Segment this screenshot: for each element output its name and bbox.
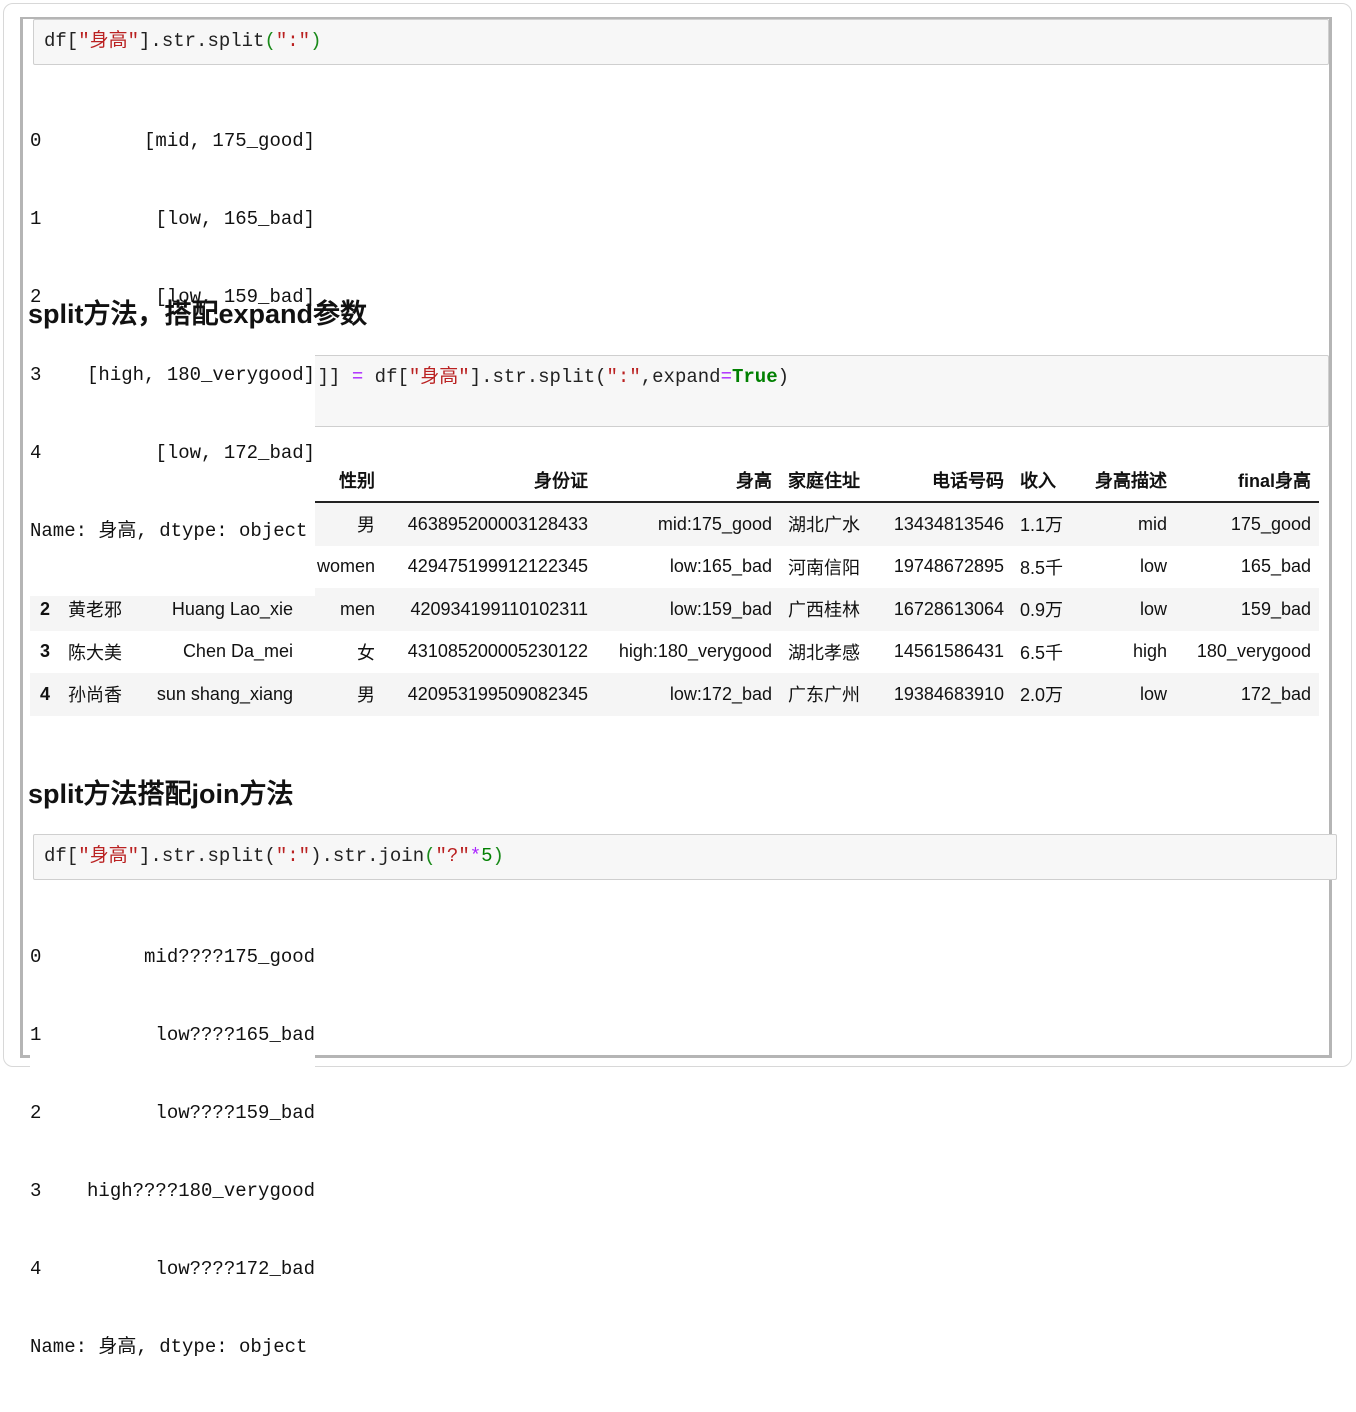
table-cell: mid	[1137, 513, 1167, 534]
output-line: 1 low????165_bad	[30, 1024, 316, 1046]
table-cell: low	[1139, 556, 1167, 577]
column-header: 收入	[1012, 459, 1078, 503]
code-token: df[	[44, 30, 79, 52]
code-cell-join[interactable]: df["身高"].str.split(":").str.join("?"*5)	[33, 834, 1337, 880]
output-line: 0 mid????175_good	[30, 946, 316, 968]
heading-expand: split方法，搭配expand参数	[28, 299, 368, 329]
table-cell: 1.1万	[1020, 515, 1064, 536]
code-token: ":"	[606, 366, 641, 388]
output-line: 3 high????180_verygood	[30, 1180, 316, 1202]
code-token: (	[264, 30, 276, 52]
table-cell: 湖北孝感	[788, 642, 860, 663]
code-token: ]]	[317, 366, 352, 388]
code-token: "身高"	[78, 30, 140, 52]
table-cell: 13434813546	[893, 513, 1004, 534]
code-line: df["身高"].str.split(":")	[44, 28, 1318, 54]
table-cell: 172_bad	[1240, 683, 1311, 704]
code-token: ,expand	[640, 366, 721, 388]
table-cell: 湖北广水	[788, 515, 860, 536]
table-cell: 420953199509082345	[407, 683, 588, 704]
code-token: =	[720, 366, 732, 388]
column-header: 电话号码	[876, 459, 1012, 503]
table-cell: 广西桂林	[788, 600, 860, 621]
notebook: df["身高"].str.split(":") 0 [mid, 175_good…	[20, 17, 1337, 1412]
table-cell: 165_bad	[1240, 556, 1311, 577]
code-token: )	[492, 845, 504, 867]
output-line: 0 [mid, 175_good]	[30, 130, 316, 152]
output-line: Name: 身高, dtype: object	[30, 520, 308, 542]
table-cell: 男	[357, 685, 375, 706]
code-token: df[	[363, 366, 409, 388]
code-token: "?"	[435, 845, 470, 867]
code-token: "身高"	[408, 366, 470, 388]
column-header: 身份证	[383, 459, 596, 503]
output-join: 0 mid????175_good 1 low????165_bad 2 low…	[30, 892, 316, 1412]
table-cell: 159_bad	[1240, 598, 1311, 619]
table-cell: 陈大美	[68, 642, 122, 663]
code-token: ].str.split(	[139, 845, 276, 867]
table-cell: 2.0万	[1020, 685, 1064, 706]
table-cell: 431085200005230122	[407, 641, 588, 662]
code-token: *	[469, 845, 482, 867]
output-line: 2 low????159_bad	[30, 1102, 316, 1124]
table-row: 4 孙尚香 sun shang_xiang 男 420953199509082345 lo…	[30, 673, 1319, 716]
code-token: (	[424, 845, 436, 867]
table-cell: 0.9万	[1020, 600, 1064, 621]
output-split: 0 [mid, 175_good] 1 [low, 165_bad] 2 [lo…	[30, 76, 316, 596]
table-cell: 420934199110102311	[410, 598, 588, 619]
table-cell: 429475199912122345	[407, 556, 588, 577]
row-index: 4	[39, 683, 50, 704]
column-header: final身高	[1175, 459, 1319, 503]
table-cell: sun shang_xiang	[156, 683, 293, 704]
table-cell: 463895200003128433	[407, 513, 588, 534]
table-cell: Chen Da_mei	[182, 641, 293, 662]
table-cell: 175_good	[1230, 513, 1311, 534]
table-cell: 19384683910	[893, 683, 1004, 704]
table-cell: 8.5千	[1020, 557, 1064, 578]
column-header: 身高描述	[1078, 459, 1175, 503]
code-token: df[	[44, 845, 79, 867]
code-token: )	[310, 30, 322, 52]
code-line: df["身高"].str.split(":").str.join("?"*5)	[44, 843, 1326, 869]
code-token: )	[777, 366, 789, 388]
table-cell: low:159_bad	[669, 598, 772, 619]
table-cell: low	[1139, 598, 1167, 619]
code-cell-split[interactable]: df["身高"].str.split(":")	[33, 19, 1329, 65]
table-cell: low:172_bad	[669, 683, 772, 704]
code-token: =	[351, 366, 364, 388]
output-line: 1 [low, 165_bad]	[30, 208, 316, 230]
table-cell: 16728613064	[893, 598, 1004, 619]
table-cell: 14561586431	[893, 641, 1004, 662]
table-cell: 6.5千	[1020, 642, 1064, 663]
table-cell: 广东广州	[788, 685, 860, 706]
table-cell: high:180_verygood	[618, 641, 772, 662]
code-token: ).str.join	[310, 845, 425, 867]
table-cell: 孙尚香	[68, 685, 122, 706]
output-line: Name: 身高, dtype: object	[30, 1336, 308, 1358]
heading-join: split方法搭配join方法	[28, 779, 294, 809]
output-line: 3 [high, 180_verygood]	[30, 364, 316, 386]
column-header: 身高	[596, 459, 780, 503]
row-index: 3	[39, 641, 50, 662]
code-token: 5	[481, 845, 493, 867]
code-token: ].str.split(	[469, 366, 607, 388]
table-cell: mid:175_good	[657, 513, 772, 534]
table-cell: 河南信阳	[788, 557, 860, 578]
table-cell: high	[1132, 641, 1167, 662]
output-line: 4 [low, 172_bad]	[30, 442, 316, 464]
table-cell: low:165_bad	[669, 556, 772, 577]
table-row: 3 陈大美 Chen Da_mei 女 431085200005230122 high:1…	[30, 631, 1319, 674]
code-token: ":"	[275, 30, 311, 52]
table-cell: 180_verygood	[1196, 641, 1311, 662]
code-token: ].str.split	[139, 30, 265, 52]
code-token: ":"	[275, 845, 311, 867]
code-token: "身高"	[78, 845, 140, 867]
table-cell: 19748672895	[893, 556, 1004, 577]
table-cell: low	[1139, 683, 1167, 704]
code-token: True	[731, 366, 778, 388]
column-header: 家庭住址	[780, 459, 876, 503]
table-cell: 女	[357, 642, 375, 663]
output-line: 4 low????172_bad	[30, 1258, 316, 1280]
